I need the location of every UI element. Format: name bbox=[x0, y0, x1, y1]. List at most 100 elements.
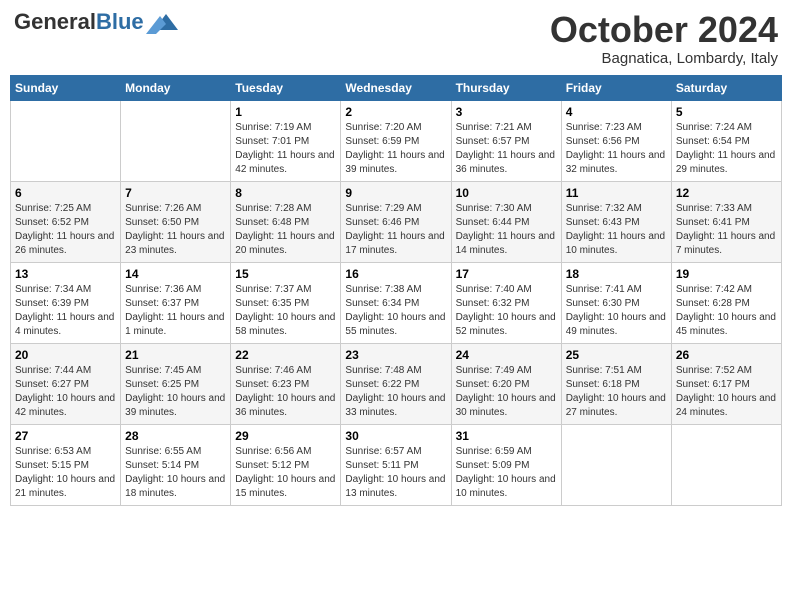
day-info: Sunrise: 7:48 AM Sunset: 6:22 PM Dayligh… bbox=[345, 364, 446, 420]
week-row-3: 13 Sunrise: 7:34 AM Sunset: 6:39 PM Dayli… bbox=[11, 262, 782, 343]
day-number: 10 bbox=[456, 186, 557, 200]
day-number: 3 bbox=[456, 105, 557, 119]
weekday-header-sunday: Sunday bbox=[11, 75, 121, 100]
day-cell: 29 Sunrise: 6:56 AM Sunset: 5:12 PM Dayli… bbox=[231, 424, 341, 505]
day-number: 31 bbox=[456, 429, 557, 443]
logo-text: GeneralBlue bbox=[14, 11, 144, 33]
day-cell: 2Sunrise: 7:20 AM Sunset: 6:59 PM Daylig… bbox=[341, 100, 451, 181]
day-cell bbox=[671, 424, 781, 505]
day-cell: 1Sunrise: 7:19 AM Sunset: 7:01 PM Daylig… bbox=[231, 100, 341, 181]
day-number: 18 bbox=[566, 267, 667, 281]
day-cell: 23 Sunrise: 7:48 AM Sunset: 6:22 PM Dayli… bbox=[341, 343, 451, 424]
day-info: Sunrise: 7:45 AM Sunset: 6:25 PM Dayligh… bbox=[125, 364, 226, 420]
day-number: 4 bbox=[566, 105, 667, 119]
day-info: Sunrise: 7:41 AM Sunset: 6:30 PM Dayligh… bbox=[566, 283, 667, 339]
calendar-table: SundayMondayTuesdayWednesdayThursdayFrid… bbox=[10, 75, 782, 506]
day-number: 25 bbox=[566, 348, 667, 362]
day-info: Sunrise: 6:55 AM Sunset: 5:14 PM Dayligh… bbox=[125, 445, 226, 501]
weekday-header-friday: Friday bbox=[561, 75, 671, 100]
day-number: 6 bbox=[15, 186, 116, 200]
weekday-header-saturday: Saturday bbox=[671, 75, 781, 100]
day-cell: 24 Sunrise: 7:49 AM Sunset: 6:20 PM Dayli… bbox=[451, 343, 561, 424]
day-cell bbox=[561, 424, 671, 505]
day-number: 9 bbox=[345, 186, 446, 200]
day-number: 1 bbox=[235, 105, 336, 119]
day-cell: 6 Sunrise: 7:25 AM Sunset: 6:52 PM Daylig… bbox=[11, 181, 121, 262]
day-cell: 18 Sunrise: 7:41 AM Sunset: 6:30 PM Dayli… bbox=[561, 262, 671, 343]
page-header: GeneralBlue October 2024 Bagnatica, Lomb… bbox=[10, 10, 782, 67]
day-info: Sunrise: 7:49 AM Sunset: 6:20 PM Dayligh… bbox=[456, 364, 557, 420]
day-number: 19 bbox=[676, 267, 777, 281]
day-cell: 3 Sunrise: 7:21 AM Sunset: 6:57 PM Daylig… bbox=[451, 100, 561, 181]
day-cell: 26Sunrise: 7:52 AM Sunset: 6:17 PM Dayli… bbox=[671, 343, 781, 424]
day-number: 5 bbox=[676, 105, 777, 119]
day-info: Sunrise: 7:32 AM Sunset: 6:43 PM Dayligh… bbox=[566, 202, 667, 258]
weekday-header-tuesday: Tuesday bbox=[231, 75, 341, 100]
day-cell: 12Sunrise: 7:33 AM Sunset: 6:41 PM Dayli… bbox=[671, 181, 781, 262]
day-info: Sunrise: 7:29 AM Sunset: 6:46 PM Dayligh… bbox=[345, 202, 446, 258]
day-cell: 19Sunrise: 7:42 AM Sunset: 6:28 PM Dayli… bbox=[671, 262, 781, 343]
day-info: Sunrise: 7:21 AM Sunset: 6:57 PM Dayligh… bbox=[456, 121, 557, 177]
day-cell bbox=[11, 100, 121, 181]
day-info: Sunrise: 7:40 AM Sunset: 6:32 PM Dayligh… bbox=[456, 283, 557, 339]
day-number: 26 bbox=[676, 348, 777, 362]
day-cell: 9 Sunrise: 7:29 AM Sunset: 6:46 PM Daylig… bbox=[341, 181, 451, 262]
location: Bagnatica, Lombardy, Italy bbox=[550, 50, 778, 67]
day-cell bbox=[121, 100, 231, 181]
day-info: Sunrise: 7:23 AM Sunset: 6:56 PM Dayligh… bbox=[566, 121, 667, 177]
day-info: Sunrise: 6:57 AM Sunset: 5:11 PM Dayligh… bbox=[345, 445, 446, 501]
day-info: Sunrise: 6:56 AM Sunset: 5:12 PM Dayligh… bbox=[235, 445, 336, 501]
day-cell: 30 Sunrise: 6:57 AM Sunset: 5:11 PM Dayli… bbox=[341, 424, 451, 505]
day-number: 17 bbox=[456, 267, 557, 281]
day-cell: 13 Sunrise: 7:34 AM Sunset: 6:39 PM Dayli… bbox=[11, 262, 121, 343]
weekday-header-thursday: Thursday bbox=[451, 75, 561, 100]
day-cell: 22 Sunrise: 7:46 AM Sunset: 6:23 PM Dayli… bbox=[231, 343, 341, 424]
day-info: Sunrise: 7:33 AM Sunset: 6:41 PM Dayligh… bbox=[676, 202, 777, 258]
day-info: Sunrise: 7:26 AM Sunset: 6:50 PM Dayligh… bbox=[125, 202, 226, 258]
day-cell: 16Sunrise: 7:38 AM Sunset: 6:34 PM Dayli… bbox=[341, 262, 451, 343]
day-cell: 17 Sunrise: 7:40 AM Sunset: 6:32 PM Dayli… bbox=[451, 262, 561, 343]
day-cell: 27Sunrise: 6:53 AM Sunset: 5:15 PM Dayli… bbox=[11, 424, 121, 505]
day-info: Sunrise: 7:24 AM Sunset: 6:54 PM Dayligh… bbox=[676, 121, 777, 177]
day-number: 13 bbox=[15, 267, 116, 281]
week-row-5: 27Sunrise: 6:53 AM Sunset: 5:15 PM Dayli… bbox=[11, 424, 782, 505]
day-number: 14 bbox=[125, 267, 226, 281]
day-cell: 4 Sunrise: 7:23 AM Sunset: 6:56 PM Daylig… bbox=[561, 100, 671, 181]
day-info: Sunrise: 6:53 AM Sunset: 5:15 PM Dayligh… bbox=[15, 445, 116, 501]
title-block: October 2024 Bagnatica, Lombardy, Italy bbox=[550, 10, 778, 67]
day-cell: 7 Sunrise: 7:26 AM Sunset: 6:50 PM Daylig… bbox=[121, 181, 231, 262]
day-info: Sunrise: 7:36 AM Sunset: 6:37 PM Dayligh… bbox=[125, 283, 226, 339]
week-row-1: 1Sunrise: 7:19 AM Sunset: 7:01 PM Daylig… bbox=[11, 100, 782, 181]
day-info: Sunrise: 6:59 AM Sunset: 5:09 PM Dayligh… bbox=[456, 445, 557, 501]
day-cell: 31 Sunrise: 6:59 AM Sunset: 5:09 PM Dayli… bbox=[451, 424, 561, 505]
day-cell: 25 Sunrise: 7:51 AM Sunset: 6:18 PM Dayli… bbox=[561, 343, 671, 424]
week-row-2: 6 Sunrise: 7:25 AM Sunset: 6:52 PM Daylig… bbox=[11, 181, 782, 262]
day-number: 22 bbox=[235, 348, 336, 362]
day-number: 20 bbox=[15, 348, 116, 362]
day-number: 11 bbox=[566, 186, 667, 200]
day-info: Sunrise: 7:37 AM Sunset: 6:35 PM Dayligh… bbox=[235, 283, 336, 339]
day-number: 24 bbox=[456, 348, 557, 362]
day-number: 16 bbox=[345, 267, 446, 281]
logo-icon bbox=[146, 12, 178, 34]
day-cell: 28Sunrise: 6:55 AM Sunset: 5:14 PM Dayli… bbox=[121, 424, 231, 505]
day-number: 30 bbox=[345, 429, 446, 443]
day-cell: 11 Sunrise: 7:32 AM Sunset: 6:43 PM Dayli… bbox=[561, 181, 671, 262]
day-cell: 15Sunrise: 7:37 AM Sunset: 6:35 PM Dayli… bbox=[231, 262, 341, 343]
week-row-4: 20 Sunrise: 7:44 AM Sunset: 6:27 PM Dayli… bbox=[11, 343, 782, 424]
day-number: 2 bbox=[345, 105, 446, 119]
day-number: 29 bbox=[235, 429, 336, 443]
day-info: Sunrise: 7:44 AM Sunset: 6:27 PM Dayligh… bbox=[15, 364, 116, 420]
day-number: 23 bbox=[345, 348, 446, 362]
logo: GeneralBlue bbox=[14, 10, 178, 34]
day-info: Sunrise: 7:25 AM Sunset: 6:52 PM Dayligh… bbox=[15, 202, 116, 258]
day-info: Sunrise: 7:34 AM Sunset: 6:39 PM Dayligh… bbox=[15, 283, 116, 339]
day-number: 7 bbox=[125, 186, 226, 200]
weekday-header-monday: Monday bbox=[121, 75, 231, 100]
month-title: October 2024 bbox=[550, 10, 778, 50]
day-info: Sunrise: 7:46 AM Sunset: 6:23 PM Dayligh… bbox=[235, 364, 336, 420]
weekday-header-row: SundayMondayTuesdayWednesdayThursdayFrid… bbox=[11, 75, 782, 100]
day-cell: 10Sunrise: 7:30 AM Sunset: 6:44 PM Dayli… bbox=[451, 181, 561, 262]
day-cell: 5 Sunrise: 7:24 AM Sunset: 6:54 PM Daylig… bbox=[671, 100, 781, 181]
day-info: Sunrise: 7:51 AM Sunset: 6:18 PM Dayligh… bbox=[566, 364, 667, 420]
